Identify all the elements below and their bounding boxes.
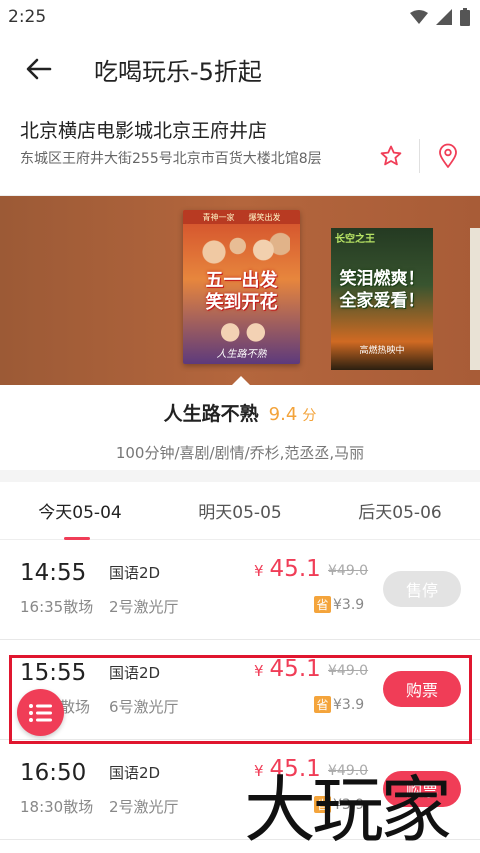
- poster-headline-line2: 笑到开花: [205, 292, 278, 313]
- showtime-end: 16:35散场: [20, 598, 94, 616]
- poster-headline: 五一出发 笑到开花: [189, 270, 294, 314]
- showtime-savings: 省 ¥3.9: [314, 596, 364, 613]
- movie-meta: 100分钟/喜剧/剧情/乔杉,范丞丞,马丽: [115, 444, 365, 462]
- showtime-hall: 2号激光厅: [109, 798, 179, 816]
- poster-title: 人生路不熟: [216, 349, 267, 360]
- buy-ticket-button[interactable]: 购票: [383, 771, 461, 807]
- battery-icon: [460, 8, 470, 26]
- floating-menu-button[interactable]: [17, 689, 64, 736]
- showtime-start: 14:55: [20, 560, 87, 586]
- poster-tagline-left: 青神一家: [202, 212, 235, 222]
- selected-poster-indicator: [232, 376, 250, 385]
- movie-poster-2[interactable]: 长空之王 笑泪燃爽！ 全家爱看！ 高燃热映中: [331, 228, 433, 370]
- movie-info: 人生路不熟 9.4 分 100分钟/喜剧/剧情/乔杉,范丞丞,马丽: [0, 385, 480, 470]
- poster-tagline: 青神一家 爆笑出发: [183, 210, 300, 224]
- list-menu-icon: [28, 703, 52, 722]
- showtime-price: ¥ 45.1: [254, 556, 321, 582]
- wifi-icon: [410, 10, 428, 24]
- poster-headline-line1: 五一出发: [205, 270, 278, 291]
- price-value: 45.1: [269, 656, 321, 682]
- page-title: 吃喝玩乐-5折起: [94, 57, 262, 86]
- showtime-row[interactable]: 15:55 散场 国语2D 6号激光厅 ¥ 45.1 ¥49.0 省 ¥3.9 …: [0, 640, 480, 740]
- poster2-logo: 长空之王: [335, 234, 375, 245]
- movie-title: 人生路不熟: [163, 403, 259, 425]
- app-header: 吃喝玩乐-5折起: [0, 34, 480, 104]
- status-time: 2:25: [8, 7, 47, 27]
- showtime-savings: 省 ¥3.9: [314, 696, 364, 713]
- price-currency: ¥: [254, 562, 264, 580]
- showtime-row[interactable]: 16:50 18:30散场 国语2D 2号激光厅 ¥ 45.1 ¥49.0 省 …: [0, 740, 480, 840]
- tab-today[interactable]: 今天05-04: [0, 482, 160, 539]
- poster-cast-image: [195, 228, 290, 268]
- poster2-headline: 笑泪燃爽！ 全家爱看！: [331, 268, 433, 312]
- showtime-price: ¥ 45.1: [254, 756, 321, 782]
- showtime-end: 散场: [60, 698, 91, 716]
- showtime-original-price: ¥49.0: [328, 563, 369, 579]
- showtime-start: 15:55: [20, 660, 87, 686]
- cinema-info: 北京横店电影城北京王府井店 东城区王府井大街255号北京市百货大楼北馆8层: [0, 104, 480, 196]
- showtime-original-price: ¥49.0: [328, 663, 369, 679]
- savings-amount: ¥3.9: [333, 696, 365, 713]
- date-tabs: 今天05-04 明天05-05 后天05-06: [0, 482, 480, 540]
- section-gap: [0, 470, 480, 482]
- showtime-price: ¥ 45.1: [254, 656, 321, 682]
- tab-tomorrow[interactable]: 明天05-05: [160, 482, 320, 539]
- savings-badge: 省: [314, 796, 331, 813]
- movie-poster-3[interactable]: [470, 228, 480, 370]
- savings-amount: ¥3.9: [333, 796, 365, 813]
- showtime-language: 国语2D: [109, 664, 161, 682]
- showtime-language: 国语2D: [109, 764, 161, 782]
- actions-divider: [419, 139, 420, 173]
- showtime-start: 16:50: [20, 760, 87, 786]
- poster2-caption: 高燃热映中: [359, 346, 405, 356]
- movie-score: 9.4: [268, 404, 298, 425]
- poster-carousel[interactable]: 青神一家 爆笑出发 五一出发 笑到开花 人生路不熟 长空之王 笑泪燃爽！ 全家爱…: [0, 196, 480, 385]
- poster-tagline-right: 爆笑出发: [248, 212, 281, 222]
- savings-badge: 省: [314, 696, 331, 713]
- signal-icon: [436, 9, 452, 25]
- price-currency: ¥: [254, 762, 264, 780]
- favorite-button[interactable]: [373, 138, 409, 174]
- movie-score-unit: 分: [302, 408, 317, 424]
- sold-out-button[interactable]: 售停: [383, 571, 461, 607]
- movie-title-row: 人生路不熟 9.4 分: [0, 399, 480, 426]
- showtime-original-price: ¥49.0: [328, 763, 369, 779]
- savings-amount: ¥3.9: [333, 596, 365, 613]
- showtime-hall: 6号激光厅: [109, 698, 179, 716]
- tab-day-after[interactable]: 后天05-06: [320, 482, 480, 539]
- buy-ticket-button[interactable]: 购票: [383, 671, 461, 707]
- back-arrow-icon: [26, 58, 52, 80]
- price-value: 45.1: [269, 756, 321, 782]
- movie-poster-selected[interactable]: 青神一家 爆笑出发 五一出发 笑到开花 人生路不熟: [183, 210, 300, 364]
- savings-badge: 省: [314, 596, 331, 613]
- back-button[interactable]: [22, 52, 56, 86]
- price-value: 45.1: [269, 556, 321, 582]
- showtime-end: 18:30散场: [20, 798, 94, 816]
- location-button[interactable]: [430, 138, 466, 174]
- showtime-language: 国语2D: [109, 564, 161, 582]
- cinema-address: 东城区王府井大街255号北京市百货大楼北馆8层: [20, 151, 322, 167]
- location-pin-icon: [439, 143, 457, 168]
- price-currency: ¥: [254, 662, 264, 680]
- poster2-headline-line2: 全家爱看！: [339, 291, 425, 311]
- cinema-actions: [373, 138, 466, 174]
- status-icons: [410, 8, 470, 26]
- movie-rating: 9.4 分: [269, 404, 317, 425]
- poster2-headline-line1: 笑泪燃爽！: [339, 269, 425, 289]
- star-outline-icon: [380, 145, 402, 166]
- status-bar: 2:25: [0, 0, 480, 34]
- showtime-row[interactable]: 14:55 16:35散场 国语2D 2号激光厅 ¥ 45.1 ¥49.0 省 …: [0, 540, 480, 640]
- showtime-hall: 2号激光厅: [109, 598, 179, 616]
- showtime-savings: 省 ¥3.9: [314, 796, 364, 813]
